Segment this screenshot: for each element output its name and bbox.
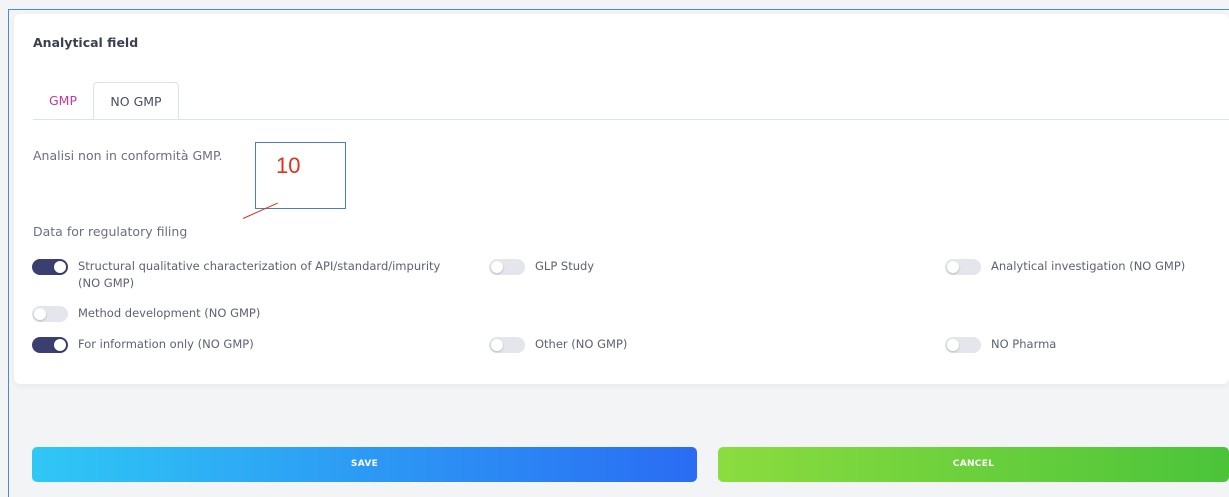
toggle-switch[interactable] (945, 259, 981, 275)
toggle-knob (54, 339, 66, 351)
option-analytical-investigation: Analytical investigation (NO GMP) (945, 259, 1185, 275)
save-button[interactable]: SAVE (32, 447, 697, 482)
annotation-box: 10 (255, 142, 346, 209)
option-label: Method development (NO GMP) (78, 306, 261, 320)
toggle-knob (491, 261, 503, 273)
tab-description: Analisi non in conformità GMP. (33, 148, 223, 163)
toggle-switch[interactable] (489, 337, 525, 353)
tab-divider (33, 119, 1229, 120)
option-label: For information only (NO GMP) (78, 337, 254, 351)
cancel-button[interactable]: CANCEL (718, 447, 1229, 482)
option-label: Structural qualitative characterization … (78, 259, 441, 290)
toggle-knob (34, 308, 46, 320)
option-label: GLP Study (535, 259, 595, 273)
toggle-knob (54, 261, 66, 273)
annotation-number: 10 (276, 153, 301, 178)
toggle-knob (947, 261, 959, 273)
option-label: Other (NO GMP) (535, 337, 628, 351)
toggle-switch[interactable] (489, 259, 525, 275)
option-for-information-only: For information only (NO GMP) (32, 337, 254, 353)
tab-no-gmp[interactable]: NO GMP (93, 82, 179, 120)
toggle-knob (491, 339, 503, 351)
option-method-development: Method development (NO GMP) (32, 306, 260, 322)
section-label: Data for regulatory filing (33, 224, 188, 239)
option-other: Other (NO GMP) (489, 337, 627, 353)
option-label: Analytical investigation (NO GMP) (991, 259, 1186, 273)
card-title: Analytical field (33, 35, 139, 50)
toggle-switch[interactable] (32, 306, 68, 322)
tab-gmp[interactable]: GMP (33, 82, 93, 120)
option-no-pharma: NO Pharma (945, 337, 1056, 353)
toggle-switch[interactable] (32, 259, 68, 275)
toggle-switch[interactable] (945, 337, 981, 353)
toggle-switch[interactable] (32, 337, 68, 353)
toggle-knob (947, 339, 959, 351)
analytical-field-card (14, 14, 1229, 384)
frame-border-left (8, 9, 9, 497)
option-glp-study: GLP Study (489, 259, 594, 275)
frame-border-top (8, 9, 1229, 10)
option-structural-characterization: Structural qualitative characterization … (32, 259, 462, 292)
option-label: NO Pharma (991, 337, 1057, 351)
